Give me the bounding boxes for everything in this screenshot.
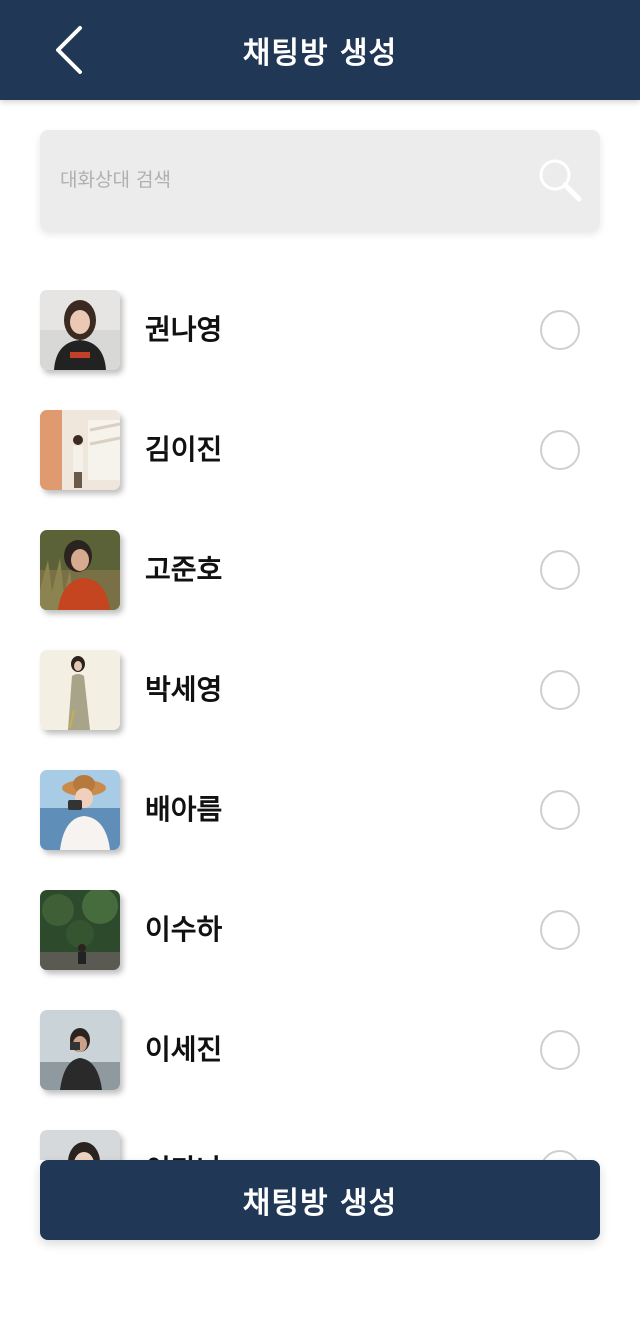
- contact-name: 이수하: [145, 913, 223, 946]
- select-radio[interactable]: [540, 1150, 580, 1160]
- select-radio[interactable]: [540, 550, 580, 590]
- contact-item[interactable]: 이세진: [0, 1010, 640, 1090]
- contact-item[interactable]: 고준호: [0, 530, 640, 610]
- contact-item[interactable]: 김이진: [0, 410, 640, 490]
- contact-list: 권나영 김이진 고준호 박세영 배아름 이수하 이세진: [0, 290, 640, 1160]
- contact-item[interactable]: 권나영: [0, 290, 640, 370]
- avatar: [40, 890, 120, 970]
- search-bar: [40, 130, 600, 230]
- app-header: 채팅방 생성: [0, 0, 640, 100]
- avatar: [40, 290, 120, 370]
- page-title: 채팅방 생성: [242, 36, 398, 71]
- avatar: [40, 650, 120, 730]
- contact-name: 김이진: [145, 433, 223, 466]
- contact-name: 이세진: [145, 1033, 223, 1066]
- avatar: [40, 1010, 120, 1090]
- avatar: [40, 410, 120, 490]
- search-icon[interactable]: [538, 158, 582, 202]
- avatar: [40, 770, 120, 850]
- select-radio[interactable]: [540, 670, 580, 710]
- select-radio[interactable]: [540, 1030, 580, 1070]
- contact-name: 배아름: [145, 793, 223, 826]
- select-radio[interactable]: [540, 310, 580, 350]
- contact-item[interactable]: 이수하: [0, 890, 640, 970]
- select-radio[interactable]: [540, 790, 580, 830]
- select-radio[interactable]: [540, 910, 580, 950]
- select-radio[interactable]: [540, 430, 580, 470]
- search-input[interactable]: [40, 130, 520, 230]
- contact-name: 박세영: [145, 673, 223, 706]
- contact-item[interactable]: 박세영: [0, 650, 640, 730]
- create-chatroom-button[interactable]: 채팅방 생성: [40, 1160, 600, 1240]
- avatar: [40, 530, 120, 610]
- avatar: [40, 1130, 120, 1160]
- contact-item[interactable]: 배아름: [0, 770, 640, 850]
- contact-name: 이가나: [145, 1148, 222, 1160]
- contact-item[interactable]: 이가나: [0, 1130, 640, 1160]
- contact-name: 권나영: [145, 313, 223, 346]
- contact-name: 고준호: [145, 553, 223, 586]
